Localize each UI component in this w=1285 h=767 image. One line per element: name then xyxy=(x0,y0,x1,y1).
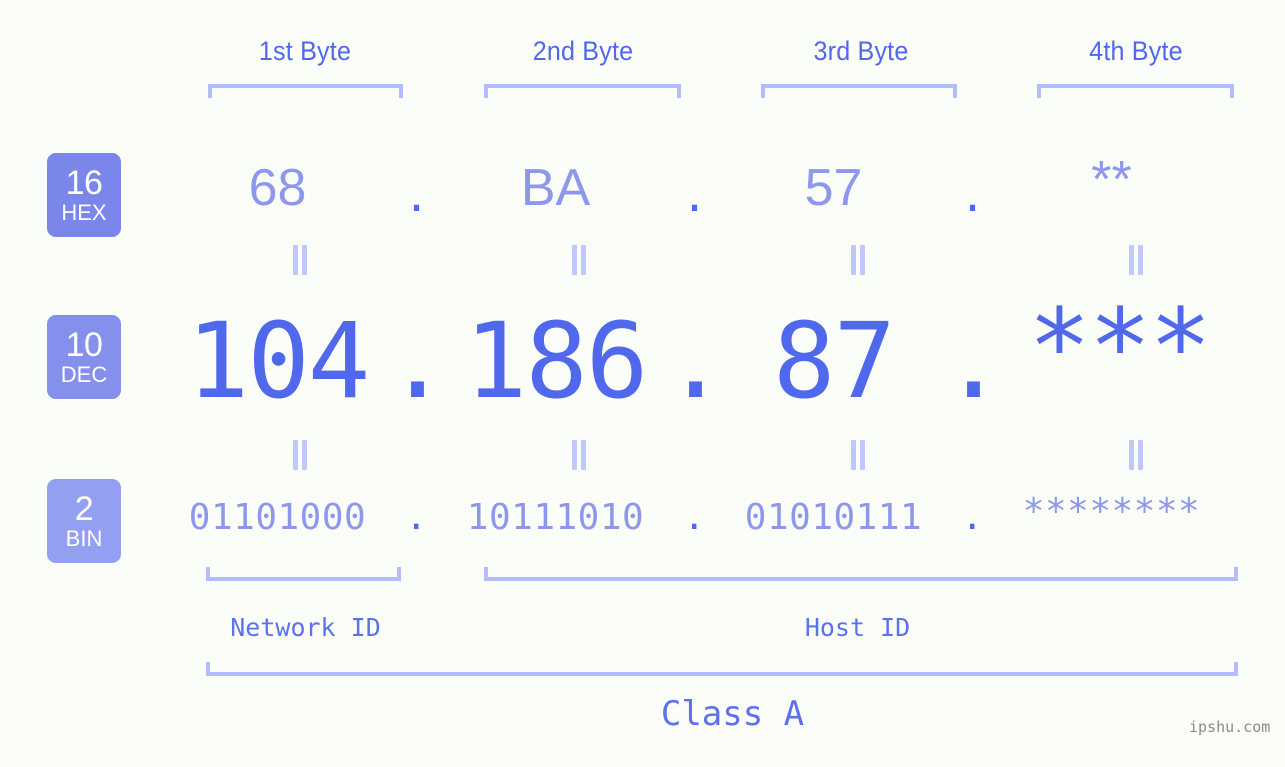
hex-separator-2: . xyxy=(681,172,708,221)
equals-mark-hex-dec-2 xyxy=(572,245,586,275)
dec-byte-4: *** xyxy=(1028,286,1212,408)
bin-byte-1: 01101000 xyxy=(188,497,367,538)
equals-mark-hex-dec-1 xyxy=(293,245,307,275)
base-badge-bin-name: BIN xyxy=(65,526,103,551)
bin-byte-2: 10111010 xyxy=(466,497,645,538)
network-id-label: Network ID xyxy=(230,613,381,642)
base-badge-dec-name: DEC xyxy=(60,362,108,387)
byte-bracket-2 xyxy=(484,84,681,98)
hex-separator-1: . xyxy=(403,172,430,221)
dec-byte-3: 87 xyxy=(772,300,896,422)
equals-mark-dec-bin-3 xyxy=(851,440,865,470)
base-badge-bin: 2 BIN xyxy=(47,479,121,563)
hex-value-row: 68 . BA . 57 . ** xyxy=(180,151,1265,221)
hex-byte-1: 68 xyxy=(248,159,307,217)
base-badge-bin-number: 2 xyxy=(74,490,94,528)
site-watermark: ipshu.com xyxy=(1189,718,1271,736)
dec-byte-2: 186 xyxy=(464,300,649,422)
bin-separator-2: . xyxy=(683,497,706,538)
byte-bracket-1 xyxy=(208,84,403,98)
dec-value-row: 104 . 186 . 87 . *** xyxy=(180,286,1265,422)
bin-separator-1: . xyxy=(405,497,428,538)
network-id-bracket xyxy=(206,567,401,581)
bin-value-row: 01101000 . 10111010 . 01010111 . *******… xyxy=(180,491,1265,538)
base-badge-hex-number: 16 xyxy=(65,164,103,202)
base-badge-dec-number: 10 xyxy=(65,326,103,364)
byte-bracket-3 xyxy=(761,84,957,98)
bin-byte-4: ******** xyxy=(1022,491,1201,532)
equals-mark-hex-dec-3 xyxy=(851,245,865,275)
equals-mark-dec-bin-2 xyxy=(572,440,586,470)
byte-header-4: 4th Byte xyxy=(1089,36,1183,66)
equals-mark-hex-dec-4 xyxy=(1129,245,1143,275)
base-badge-hex: 16 HEX xyxy=(47,153,121,237)
bin-separator-3: . xyxy=(961,497,984,538)
bin-byte-3: 01010111 xyxy=(744,497,923,538)
dec-separator-3: . xyxy=(942,300,1005,422)
byte-header-3: 3rd Byte xyxy=(813,36,909,66)
byte-bracket-4 xyxy=(1037,84,1234,98)
host-id-bracket xyxy=(484,567,1238,581)
dec-separator-1: . xyxy=(386,300,449,422)
byte-header-2: 2nd Byte xyxy=(532,36,634,66)
class-bracket xyxy=(206,662,1238,676)
host-id-label: Host ID xyxy=(804,613,911,642)
hex-separator-3: . xyxy=(959,172,986,221)
hex-byte-3: 57 xyxy=(804,159,863,217)
dec-separator-2: . xyxy=(664,300,727,422)
base-badge-dec: 10 DEC xyxy=(47,315,121,399)
equals-mark-dec-bin-1 xyxy=(293,440,307,470)
hex-byte-2: BA xyxy=(520,159,591,217)
base-badge-hex-name: HEX xyxy=(61,200,107,225)
dec-byte-1: 104 xyxy=(186,300,371,422)
hex-byte-4: ** xyxy=(1091,151,1132,209)
byte-header-1: 1st Byte xyxy=(258,36,352,66)
class-label: Class A xyxy=(660,694,805,734)
equals-mark-dec-bin-4 xyxy=(1129,440,1143,470)
ip-address-breakdown-diagram: 1st Byte 2nd Byte 3rd Byte 4th Byte 16 H… xyxy=(0,0,1285,767)
